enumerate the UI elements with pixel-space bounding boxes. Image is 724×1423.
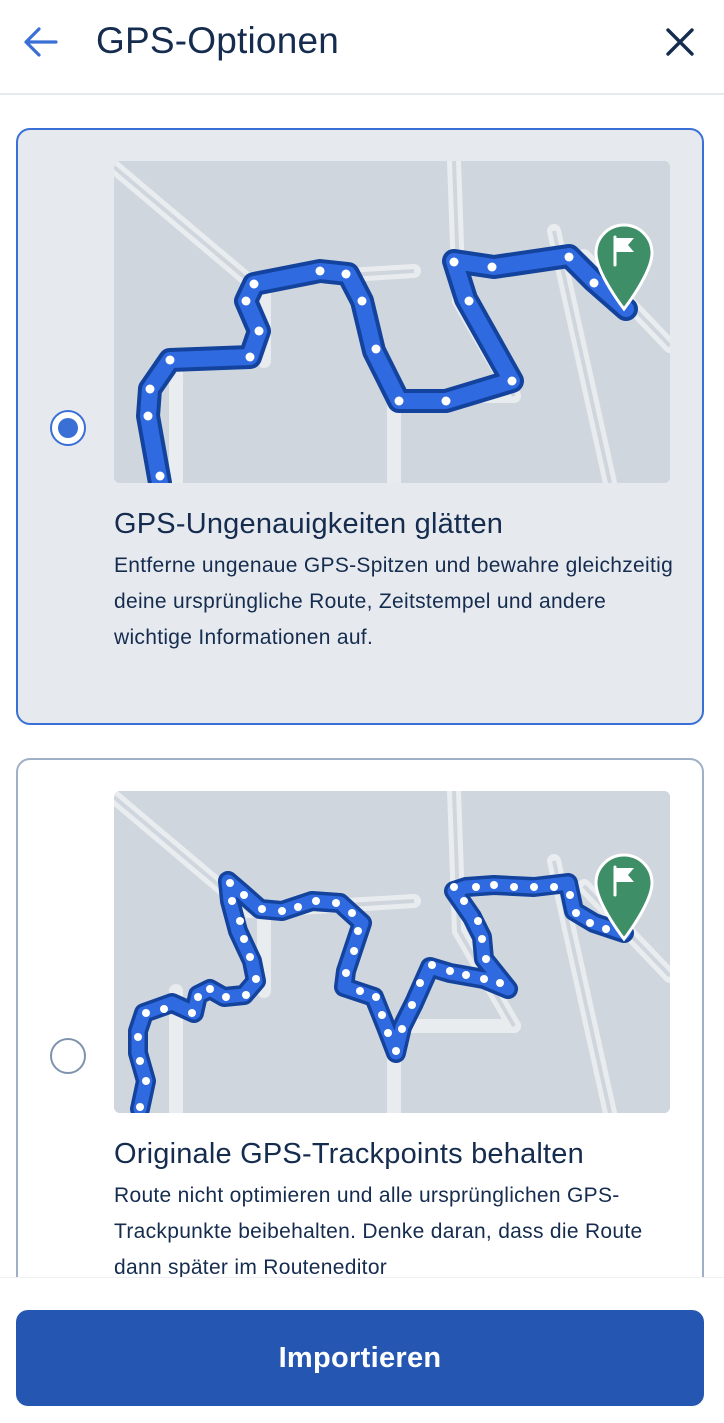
map-preview-smoothed	[114, 161, 670, 483]
header-bar: GPS-Optionen	[0, 0, 724, 95]
close-icon	[666, 28, 694, 56]
option-title-smooth: GPS-Ungenauigkeiten glätten	[114, 508, 504, 540]
back-button[interactable]	[20, 22, 60, 62]
arrow-left-icon	[24, 27, 58, 57]
option-description-smooth: Entferne ungenaue GPS-Spitzen und bewahr…	[114, 554, 674, 649]
close-button[interactable]	[660, 22, 700, 62]
option-description-keep-original: Route nicht optimieren und alle ursprüng…	[114, 1184, 643, 1277]
radio-smooth-selected[interactable]	[50, 410, 86, 446]
map-preview-original	[114, 791, 670, 1113]
options-list[interactable]: GPS-Ungenauigkeiten glätten Entferne ung…	[0, 97, 724, 1277]
option-card-keep-original[interactable]: Originale GPS-Trackpoints behalten Route…	[16, 758, 704, 1277]
page-title: GPS-Optionen	[96, 20, 340, 61]
option-title-keep-original: Originale GPS-Trackpoints behalten	[114, 1138, 584, 1170]
radio-keep-original[interactable]	[50, 1038, 86, 1074]
footer-bar: Importieren	[0, 1277, 724, 1423]
option-card-smooth[interactable]: GPS-Ungenauigkeiten glätten Entferne ung…	[16, 128, 704, 725]
import-button[interactable]: Importieren	[16, 1310, 704, 1406]
